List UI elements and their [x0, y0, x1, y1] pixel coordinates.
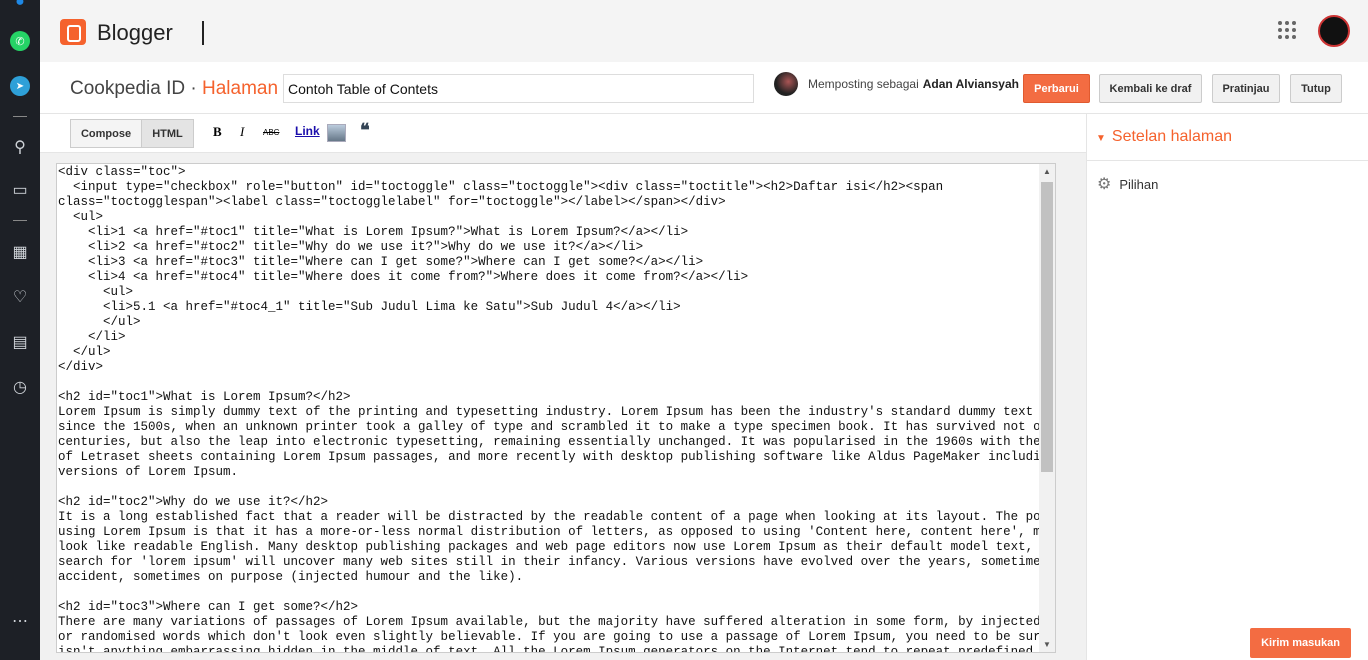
revert-to-draft-button[interactable]: Kembali ke draf: [1099, 74, 1202, 103]
code-line: using Lorem Ipsum is that it has a more-…: [58, 525, 1056, 539]
strikethrough-button[interactable]: ABC: [263, 128, 279, 137]
scroll-up-icon[interactable]: ▲: [1043, 167, 1051, 176]
quote-button[interactable]: ❝: [360, 120, 370, 141]
code-line: There are many variations of passages of…: [58, 615, 1056, 629]
page-settings-panel: ▼ Setelan halaman ⚙ Pilihan: [1086, 114, 1368, 660]
code-line: Lorem Ipsum is simply dummy text of the …: [58, 405, 1056, 419]
code-content[interactable]: <div class="toc"> <input type="checkbox"…: [57, 164, 1056, 653]
code-line: <li>5.1 <a href="#toc4_1" title="Sub Jud…: [58, 300, 681, 314]
apps-grid-icon[interactable]: [1278, 21, 1296, 39]
news-icon[interactable]: ▤: [10, 332, 30, 352]
preview-button[interactable]: Pratinjau: [1212, 74, 1280, 103]
code-line: <h2 id="toc2">Why do we use it?</h2>: [58, 495, 329, 509]
messenger-icon[interactable]: ●: [10, 0, 30, 12]
code-line: <h2 id="toc3">Where can I get some?</h2>: [58, 600, 359, 614]
search-icon[interactable]: ⚲: [10, 137, 30, 157]
code-line: of Letraset sheets containing Lorem Ipsu…: [58, 450, 1056, 464]
code-line: </ul>: [58, 345, 111, 359]
code-line: isn't anything embarrassing hidden in th…: [58, 645, 1056, 653]
page-title-input[interactable]: [283, 74, 754, 103]
separator: ·: [185, 78, 203, 99]
posting-as: Memposting sebagai Adan Alviansyah: [774, 72, 1019, 96]
code-line: <h2 id="toc1">What is Lorem Ipsum?</h2>: [58, 390, 351, 404]
code-line: <ul>: [58, 285, 134, 299]
wallet-icon[interactable]: ▭: [10, 180, 30, 200]
compose-tab[interactable]: Compose: [70, 119, 142, 148]
send-feedback-button[interactable]: Kirim masukan: [1250, 628, 1351, 658]
title-row: Cookpedia ID · Halaman Memposting sebaga…: [40, 62, 1368, 114]
close-button[interactable]: Tutup: [1290, 74, 1342, 103]
code-line: </ul>: [58, 315, 141, 329]
editor-toolbar: Compose HTML B I ABC Link ❝: [40, 114, 1086, 153]
code-line: <li>1 <a href="#toc1" title="What is Lor…: [58, 225, 689, 239]
brand-name[interactable]: Blogger: [97, 20, 173, 46]
image-icon[interactable]: [327, 124, 346, 142]
code-line: centuries, but also the leap into electr…: [58, 435, 1056, 449]
code-line: since the 1500s, when an unknown printer…: [58, 420, 1056, 434]
code-line: look like readable English. Many desktop…: [58, 540, 1056, 554]
code-line: <ul>: [58, 210, 104, 224]
breadcrumb: Cookpedia ID · Halaman: [70, 78, 278, 100]
options-item[interactable]: ⚙ Pilihan: [1087, 161, 1368, 194]
gear-icon: ⚙: [1097, 176, 1112, 193]
html-tab[interactable]: HTML: [141, 119, 194, 148]
bold-button[interactable]: B: [213, 124, 222, 140]
code-line: <input type="checkbox" role="button" id=…: [58, 180, 944, 194]
scroll-down-icon[interactable]: ▼: [1043, 640, 1051, 649]
code-line: accident, sometimes on purpose (injected…: [58, 570, 524, 584]
author-name: Adan Alviansyah: [922, 77, 1019, 91]
caret-down-icon: ▼: [1096, 133, 1106, 144]
code-line: <li>3 <a href="#toc3" title="Where can I…: [58, 255, 704, 269]
code-line: It is a long established fact that a rea…: [58, 510, 1056, 524]
code-line: <li>4 <a href="#toc4" title="Where does …: [58, 270, 749, 284]
code-line: </div>: [58, 360, 104, 374]
link-button[interactable]: Link: [295, 124, 320, 138]
top-bar: Blogger: [40, 0, 1368, 62]
apps-icon[interactable]: ▦: [10, 242, 30, 262]
more-icon[interactable]: ⋯: [10, 611, 30, 631]
code-line: <div class="toc">: [58, 165, 186, 179]
code-line: class="toctogglespan"><label class="toct…: [58, 195, 726, 209]
code-line: or randomised words which don't look eve…: [58, 630, 1056, 644]
app-sidebar: ● ✆ ➤ ⚲ ▭ ▦ ♡ ▤ ◷ ⋯: [0, 0, 40, 660]
code-line: versions of Lorem Ipsum.: [58, 465, 239, 479]
whatsapp-icon[interactable]: ✆: [10, 31, 30, 51]
divider: [13, 220, 27, 221]
clock-icon[interactable]: ◷: [10, 377, 30, 397]
account-avatar[interactable]: [1318, 15, 1350, 47]
section-name: Halaman: [202, 78, 279, 99]
divider: [13, 116, 27, 117]
scrollbar[interactable]: ▲ ▼: [1039, 164, 1055, 652]
telegram-icon[interactable]: ➤: [10, 76, 30, 96]
code-line: </li>: [58, 330, 126, 344]
divider: [202, 21, 204, 45]
posting-as-label: Memposting sebagai: [808, 77, 919, 91]
page-settings-label: Setelan halaman: [1111, 128, 1232, 145]
scrollbar-thumb[interactable]: [1041, 182, 1053, 472]
heart-icon[interactable]: ♡: [10, 287, 30, 307]
options-label: Pilihan: [1119, 176, 1159, 192]
author-avatar: [774, 72, 798, 96]
update-button[interactable]: Perbarui: [1023, 74, 1090, 103]
page-settings-heading[interactable]: ▼ Setelan halaman: [1087, 114, 1368, 161]
html-editor-textarea[interactable]: <div class="toc"> <input type="checkbox"…: [56, 163, 1056, 653]
italic-button[interactable]: I: [240, 124, 244, 140]
code-line: <li>2 <a href="#toc2" title="Why do we u…: [58, 240, 644, 254]
editor-area: <div class="toc"> <input type="checkbox"…: [40, 153, 1086, 660]
blog-name[interactable]: Cookpedia ID: [70, 78, 185, 99]
code-line: search for 'lorem ipsum' will uncover ma…: [58, 555, 1056, 569]
blogger-logo-icon[interactable]: [60, 19, 86, 45]
